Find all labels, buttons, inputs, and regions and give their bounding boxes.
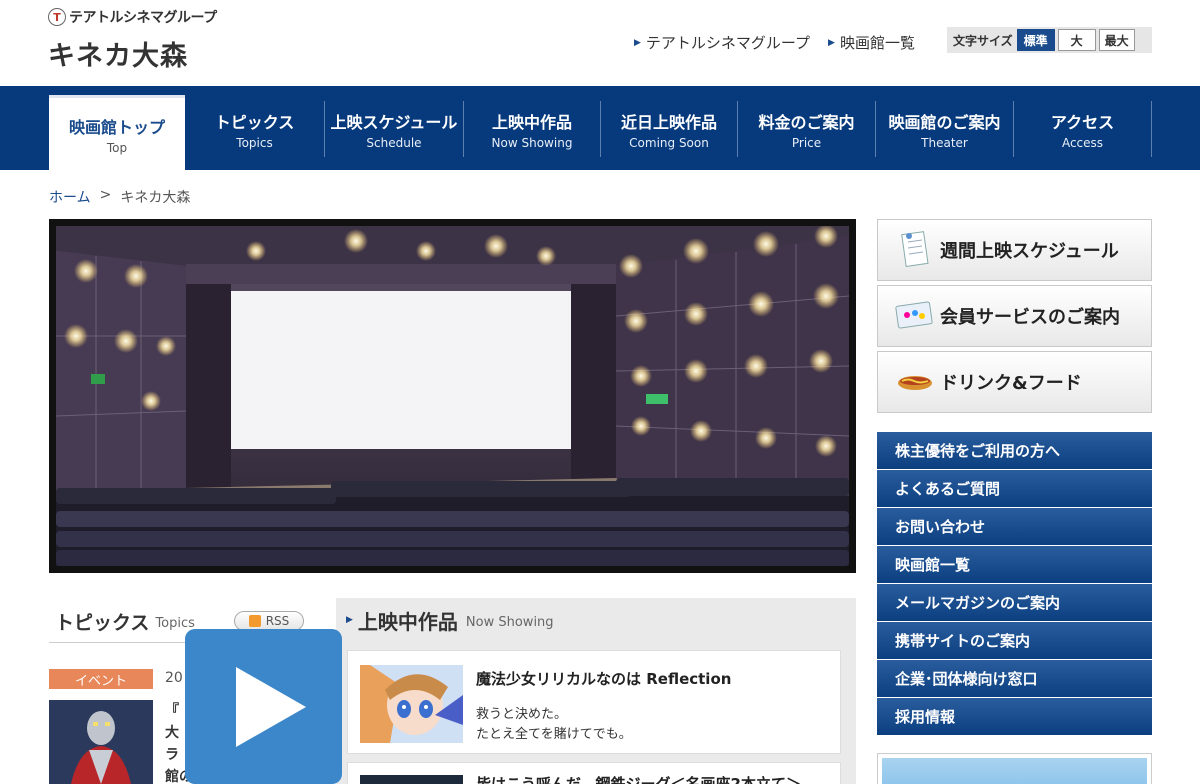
nav-tab-schedule[interactable]: 上映スケジュール Schedule	[325, 101, 464, 157]
nav-tab-now-showing[interactable]: 上映中作品 Now Showing	[464, 101, 601, 157]
now-showing-title: 上映中作品	[357, 609, 458, 634]
nav-tab-sublabel: Schedule	[366, 135, 422, 150]
font-size-max-button[interactable]: 最大	[1098, 29, 1135, 51]
play-icon	[235, 666, 306, 747]
font-size-switcher: 文字サイズ 標準 大 最大	[947, 27, 1152, 53]
film-catchphrase: たとえ全てを賭けてでも。	[476, 727, 632, 742]
nav-tab-sublabel: Price	[791, 135, 822, 150]
nav-tab-price[interactable]: 料金のご案内 Price	[738, 101, 876, 157]
nav-tab-coming-soon[interactable]: 近日上映作品 Coming Soon	[601, 101, 738, 157]
font-size-standard-button[interactable]: 標準	[1016, 29, 1055, 51]
nav-tab-sublabel: Coming Soon	[629, 135, 709, 150]
hero-theater-image	[49, 219, 856, 573]
breadcrumb-separator: >	[99, 187, 112, 203]
arrow-right-icon: ▶	[828, 37, 835, 48]
header-link-label: テアトルシネマグループ	[645, 34, 811, 52]
nav-tab-label: 映画館トップ	[68, 117, 165, 137]
rss-label: RSS	[265, 614, 290, 628]
nav-tab-topics[interactable]: トピックス Topics	[185, 101, 325, 157]
side-link-shareholder[interactable]: 株主優待をご利用の方へ	[877, 432, 1152, 469]
schedule-document-icon	[890, 230, 940, 270]
arrow-right-icon: ▶	[634, 37, 641, 48]
side-button-label: 週間上映スケジュール	[940, 241, 1119, 262]
theater-auditorium-illustration	[56, 226, 849, 566]
film-catchphrase: 救うと決めた。	[476, 707, 568, 722]
header-links: ▶ テアトルシネマグループ ▶ 映画館一覧	[634, 32, 933, 53]
side-banner[interactable]	[877, 753, 1152, 784]
drink-food-button[interactable]: ドリンク&フード	[877, 351, 1152, 413]
breadcrumb-current: キネカ大森	[120, 190, 191, 206]
rss-icon	[248, 615, 261, 627]
side-link-contact[interactable]: お問い合わせ	[877, 508, 1152, 545]
film-title: 魔法少女リリカルなのは Reflection	[476, 670, 732, 688]
breadcrumb-home-link[interactable]: ホーム	[49, 187, 91, 207]
site-header: T テアトルシネマグループ キネカ大森 ▶ テアトルシネマグループ ▶ 映画館一…	[0, 0, 1200, 86]
font-size-label: 文字サイズ	[953, 33, 1013, 48]
nav-tab-label: 上映スケジュール	[330, 112, 458, 132]
member-service-button[interactable]: 会員サービスのご案内	[877, 285, 1152, 347]
nav-tab-sublabel: Top	[106, 140, 128, 155]
side-link-mobile[interactable]: 携帯サイトのご案内	[877, 622, 1152, 659]
film-thumbnail	[360, 665, 463, 743]
now-showing-subtitle: Now Showing	[465, 614, 554, 630]
nav-tab-sublabel: Theater	[921, 135, 968, 150]
side-banner-image	[882, 758, 1147, 784]
topic-thumbnail[interactable]	[49, 700, 153, 784]
global-nav: 映画館トップ Top トピックス Topics 上映スケジュール Schedul…	[0, 86, 1200, 170]
breadcrumb: ホーム > キネカ大森	[49, 187, 190, 207]
theater-name: キネカ大森	[48, 41, 188, 72]
now-showing-heading: ▶ 上映中作品 Now Showing	[336, 598, 856, 642]
nav-tab-sublabel: Topics	[236, 135, 273, 150]
nav-tab-label: 上映中作品	[491, 112, 572, 132]
nav-tab-label: トピックス	[214, 112, 295, 132]
group-logo[interactable]: T テアトルシネマグループ	[48, 7, 217, 27]
video-play-button[interactable]	[185, 629, 342, 784]
nav-tab-access[interactable]: アクセス Access	[1014, 101, 1152, 157]
topics-title: トピックス	[55, 612, 150, 634]
hotdog-icon	[890, 372, 940, 392]
film-card[interactable]: 魔法少女リリカルなのは Reflection 救うと決めた。 たとえ全てを賭けて…	[347, 650, 841, 754]
topics-subtitle: Topics	[155, 616, 195, 631]
font-size-large-button[interactable]: 大	[1057, 29, 1096, 51]
group-logo-text: テアトルシネマグループ	[69, 10, 217, 26]
nav-tab-top[interactable]: 映画館トップ Top	[49, 95, 185, 170]
side-link-theater-list[interactable]: 映画館一覧	[877, 546, 1152, 583]
nav-tab-label: 近日上映作品	[620, 112, 717, 132]
topic-category-badge: イベント	[49, 669, 153, 689]
side-link-corporate[interactable]: 企業･団体様向け窓口	[877, 660, 1152, 697]
arrow-right-icon: ▶	[346, 615, 353, 625]
side-button-label: ドリンク&フード	[940, 373, 1082, 394]
topic-date: 20	[165, 670, 183, 686]
film-card[interactable]: 皆はこう呼んだ、鋼鉄ジーグ＜名画座2本立て＞	[347, 762, 841, 784]
member-card-icon	[890, 301, 940, 331]
header-link-theater-list[interactable]: ▶ 映画館一覧	[828, 32, 915, 53]
side-link-newsletter[interactable]: メールマガジンのご案内	[877, 584, 1152, 621]
nav-tab-sublabel: Now Showing	[491, 135, 573, 150]
header-link-group[interactable]: ▶ テアトルシネマグループ	[634, 32, 810, 53]
side-link-recruit[interactable]: 採用情報	[877, 698, 1152, 735]
side-button-label: 会員サービスのご案内	[940, 307, 1120, 328]
side-link-list: 株主優待をご利用の方へ よくあるご質問 お問い合わせ 映画館一覧 メールマガジン…	[877, 432, 1152, 736]
side-link-faq[interactable]: よくあるご質問	[877, 470, 1152, 507]
nav-tab-sublabel: Access	[1061, 135, 1104, 150]
weekly-schedule-button[interactable]: 週間上映スケジュール	[877, 219, 1152, 281]
film-title: 皆はこう呼んだ、鋼鉄ジーグ＜名画座2本立て＞	[476, 775, 801, 784]
nav-tab-theater[interactable]: 映画館のご案内 Theater	[876, 101, 1014, 157]
nav-tab-label: 映画館のご案内	[888, 112, 1001, 132]
nav-tab-label: 料金のご案内	[758, 112, 855, 132]
header-link-label: 映画館一覧	[839, 34, 915, 52]
film-thumbnail	[360, 775, 463, 784]
nav-tab-label: アクセス	[1050, 112, 1115, 132]
rss-button[interactable]: RSS	[234, 611, 304, 631]
theatre-logo-icon: T	[48, 8, 66, 26]
